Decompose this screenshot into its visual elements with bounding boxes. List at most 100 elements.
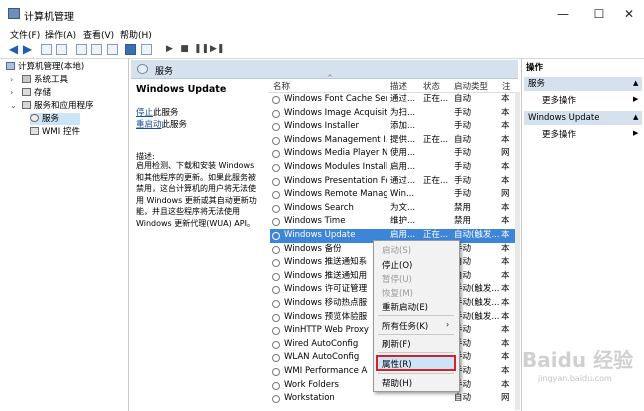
menu-resume[interactable]: 恢复(M) [382, 287, 413, 299]
tree-item-services-apps[interactable]: 服务和应用程序 [22, 100, 94, 112]
menu-refresh[interactable]: 刷新(F) [382, 338, 411, 350]
restart-service-icon[interactable]: ▶❚ [210, 44, 224, 55]
menu-file[interactable]: 文件(F) [10, 28, 40, 41]
table-row[interactable]: Windows Installer 添加... 手动 本 [270, 120, 518, 134]
view-icon[interactable] [141, 44, 152, 55]
cell-name: Windows Remote Manag... [284, 189, 387, 200]
gear-icon [272, 218, 280, 227]
gear-icon [272, 286, 280, 295]
menu-properties[interactable]: 属性(R) [382, 358, 412, 370]
cell-start: 禁用 [454, 216, 472, 227]
gear-icon [272, 109, 280, 118]
tree-item-label: WMI 控件 [42, 127, 80, 137]
menu-stop[interactable]: 停止(O) [382, 259, 412, 271]
chevron-right-icon[interactable]: › [10, 88, 13, 97]
menu-help[interactable]: 帮助(H) [120, 28, 152, 41]
forward-icon[interactable]: ▶ [22, 43, 33, 55]
pause-service-icon[interactable]: ❚❚ [194, 44, 209, 55]
table-row[interactable]: Windows Image Acquisiti... 为扫... 手动 本 [270, 107, 518, 121]
table-row[interactable]: Windows Remote Manag... Win... 手动 网 [270, 188, 518, 202]
cell-logon: 本 [501, 202, 510, 213]
collapse-icon[interactable]: ▲ [633, 79, 638, 87]
cell-logon: 本 [501, 107, 510, 118]
gear-icon [272, 354, 280, 363]
tree-item-services[interactable]: 服务 [30, 113, 80, 125]
sort-up-icon: ^ [327, 74, 333, 82]
refresh-icon[interactable] [91, 44, 102, 55]
chevron-right-icon[interactable]: › [10, 75, 13, 84]
gear-icon [137, 64, 148, 74]
table-row[interactable]: Workstation 自动网 [270, 392, 518, 406]
cell-name: Windows Installer [284, 121, 359, 132]
menu-all-tasks[interactable]: 所有任务(K) [382, 320, 428, 332]
cell-start: 自动 [454, 257, 472, 268]
table-row[interactable]: Windows Search 为文... 禁用 本 [270, 202, 518, 216]
cell-start: 自动 [454, 393, 472, 404]
column-status[interactable]: 状态 [423, 80, 440, 92]
cell-name: Windows Management I... [284, 134, 387, 145]
cell-start: 手动 [454, 379, 472, 390]
column-startup-type[interactable]: 启动类型 [454, 80, 488, 92]
actions-section-services[interactable]: 服务 [524, 77, 642, 91]
table-row[interactable]: Windows Presentation Fo...通过... 正在... 手动 本 [270, 175, 518, 189]
cell-desc: 添加... [390, 121, 416, 132]
submenu-arrow-icon: ▶ [633, 129, 639, 137]
actions-section-windows-update[interactable]: Windows Update [524, 111, 642, 125]
gear-icon [272, 327, 280, 336]
cell-logon: 本 [501, 162, 510, 172]
tree-item-system-tools[interactable]: 系统工具 [22, 74, 68, 86]
help-icon[interactable] [125, 44, 136, 55]
tree-item-root[interactable]: 计算机管理(本地) [6, 61, 84, 73]
back-icon[interactable]: ◀ [8, 43, 19, 55]
menu-view[interactable]: 查看(V) [83, 28, 114, 41]
table-row[interactable]: Windows Time 维护... 禁用 本 [270, 215, 518, 229]
watermark-text: Baidu 经验 [522, 348, 634, 372]
menu-help[interactable]: 帮助(H) [382, 377, 412, 389]
table-row[interactable]: Windows Media Player N... 使用... 手动 网 [270, 147, 518, 161]
cell-name: Windows 许可证管理 [284, 284, 368, 295]
cell-name: Windows 推送通知用 [284, 270, 368, 281]
up-folder-icon[interactable] [41, 44, 52, 55]
close-button[interactable]: ✕ [614, 4, 644, 24]
more-actions-services[interactable]: 更多操作 [542, 94, 576, 106]
cell-name: Wired AutoConfig [284, 338, 359, 349]
properties-icon[interactable] [76, 44, 87, 55]
restart-service-link[interactable]: 重启动 [136, 120, 162, 130]
more-actions-windows-update[interactable]: 更多操作 [542, 128, 576, 140]
column-logon[interactable]: 注 [502, 80, 511, 92]
menu-action[interactable]: 操作(A) [45, 28, 76, 41]
cell-logon: 本 [501, 298, 510, 308]
column-description[interactable]: 描述 [390, 80, 407, 92]
cell-name: Windows 备份 [284, 243, 342, 254]
menu-separator [378, 334, 454, 335]
maximize-button[interactable]: ☐ [584, 4, 614, 24]
service-description: 启用检测、下载和安装 Windows 和其他程序的更新。如果此服务被禁用，这台计… [136, 161, 257, 228]
cell-name: Windows Update [284, 230, 356, 240]
tree-item-storage[interactable]: 存储 [22, 87, 51, 99]
stop-service-icon[interactable]: ■ [179, 44, 190, 55]
collapse-icon[interactable]: ▲ [633, 113, 638, 121]
minimize-button[interactable]: — [548, 4, 578, 24]
computer-management-icon [8, 8, 20, 19]
cell-name: Windows Font Cache Ser... [284, 94, 387, 104]
table-row[interactable]: Windows Management I... 提供... 正在... 自动 本 [270, 134, 518, 148]
cell-start: 自动 [454, 134, 472, 145]
stop-service-line: 停止此服务 [136, 106, 179, 118]
services-panel-title: 服务 [155, 67, 174, 77]
menu-start[interactable]: 启动(S) [382, 244, 411, 256]
tree-item-wmi[interactable]: WMI 控件 [30, 126, 80, 138]
show-tree-icon[interactable] [56, 44, 67, 55]
start-service-icon[interactable]: ▶ [164, 44, 175, 55]
table-row[interactable]: Windows Modules Install... 启用... 手动 本 [270, 161, 518, 175]
cell-start: 手动 [454, 189, 472, 200]
table-row[interactable]: Windows Font Cache Ser... 通过... 正在... 自动 本 [270, 93, 518, 107]
export-list-icon[interactable] [107, 44, 118, 55]
chevron-down-icon[interactable]: ⌄ [10, 101, 17, 110]
stop-service-link[interactable]: 停止 [136, 108, 153, 118]
cell-logon: 本 [501, 325, 510, 336]
menu-restart[interactable]: 重新启动(E) [382, 301, 428, 313]
menu-separator [378, 373, 454, 374]
cell-start: 手动 [454, 175, 472, 186]
menu-pause[interactable]: 暂停(U) [382, 273, 412, 285]
column-name[interactable]: 名称 [273, 80, 290, 92]
